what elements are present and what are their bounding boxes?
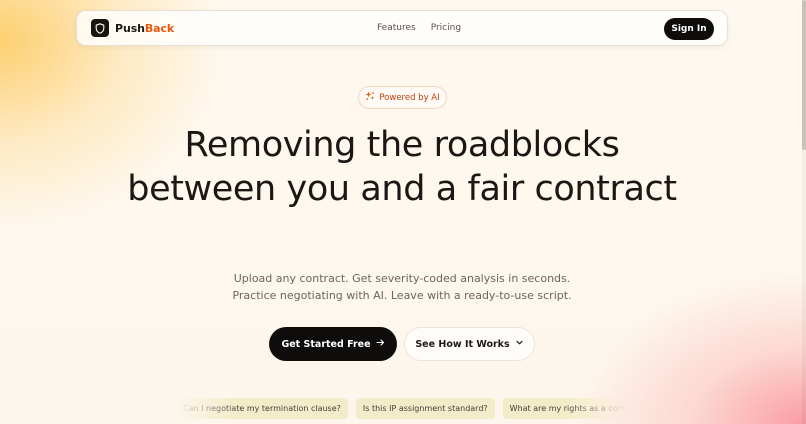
sign-in-button[interactable]: Sign In [664, 18, 714, 40]
chevron-down-icon [515, 338, 524, 350]
see-how-label: See How It Works [415, 338, 510, 350]
scrollbar-thumb[interactable] [802, 0, 806, 150]
scrollbar-track[interactable] [802, 0, 806, 424]
powered-by-ai-badge: Powered by AI [358, 86, 447, 109]
question-chip[interactable]: What are my rights as a contractor? [502, 398, 628, 419]
see-how-it-works-button[interactable]: See How It Works [404, 327, 535, 361]
question-chip[interactable]: Can I negotiate my termination clause? [176, 398, 348, 419]
get-started-button[interactable]: Get Started Free [269, 327, 397, 361]
badge-label: Powered by AI [379, 92, 440, 103]
background-gradient [0, 0, 806, 424]
nav-links: Features Pricing [377, 23, 461, 33]
arrow-right-icon [376, 338, 385, 350]
example-questions-marquee: Can I negotiate my termination clause? I… [176, 398, 628, 420]
brand-logo[interactable]: PushBack [91, 19, 174, 37]
nav-link-features[interactable]: Features [377, 23, 416, 33]
hero-subtitle-line2: Practice negotiating with AI. Leave with… [232, 289, 572, 302]
shield-icon [91, 19, 109, 37]
sparkle-icon [365, 91, 375, 104]
hero-subtitle-line1: Upload any contract. Get severity-coded … [233, 272, 571, 285]
top-navbar: PushBack Features Pricing Sign In [76, 10, 728, 46]
get-started-label: Get Started Free [281, 338, 371, 350]
question-chip[interactable]: Is this IP assignment standard? [355, 398, 495, 419]
nav-link-pricing[interactable]: Pricing [431, 23, 461, 33]
hero-subtitle: Upload any contract. Get severity-coded … [160, 270, 644, 304]
hero-title: Removing the roadblocks between you and … [127, 125, 677, 209]
brand-name: PushBack [115, 21, 175, 35]
